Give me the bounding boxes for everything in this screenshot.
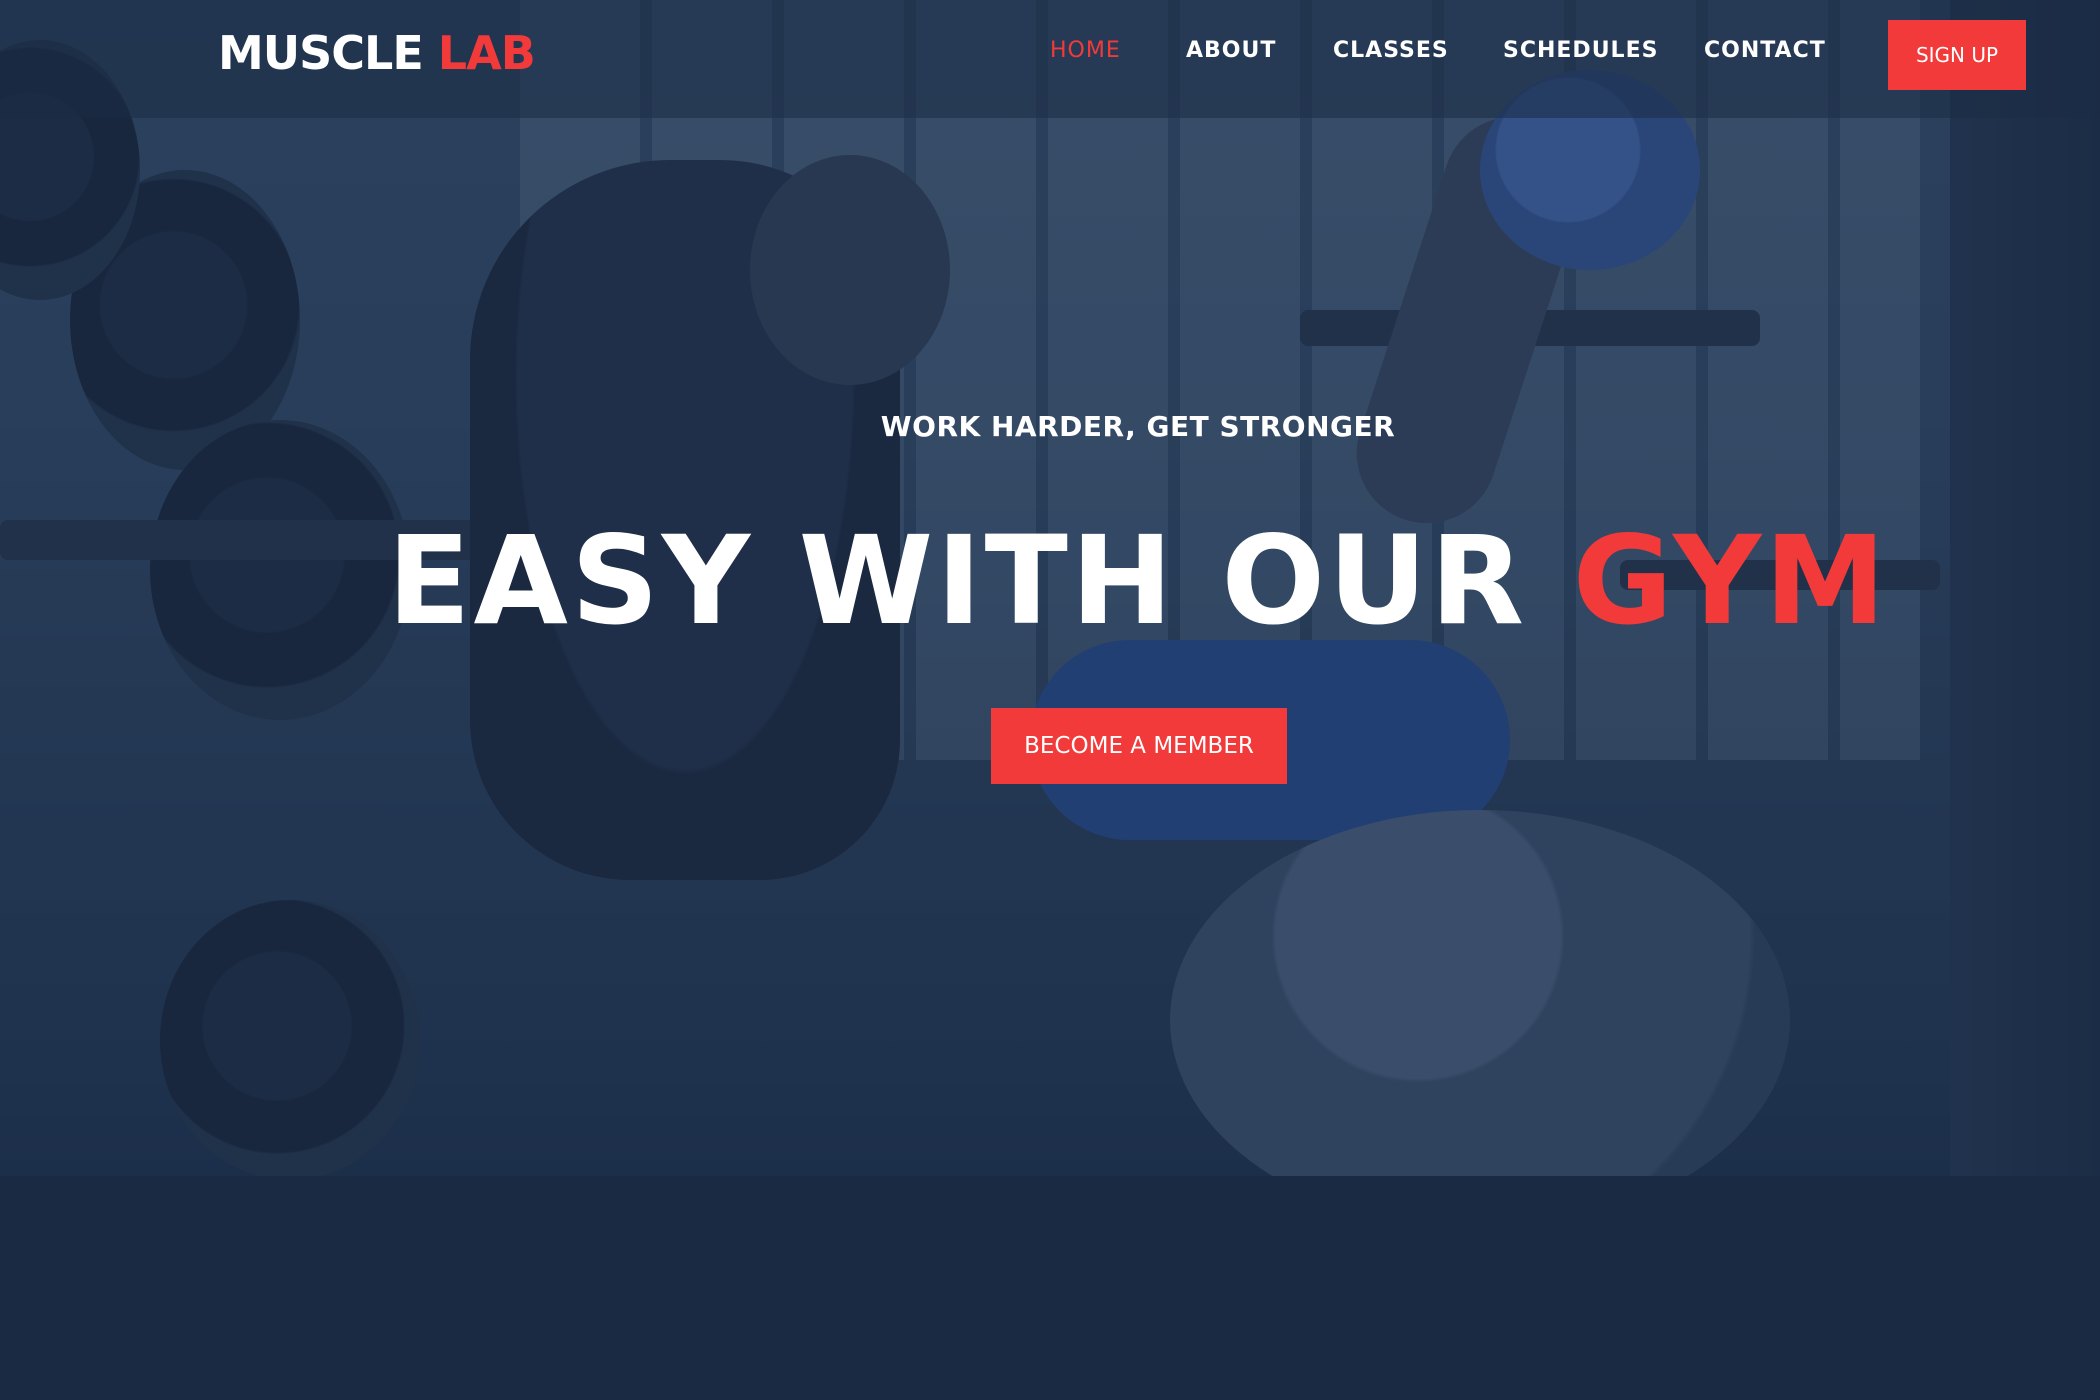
nav-classes[interactable]: CLASSES bbox=[1333, 38, 1449, 63]
signup-button[interactable]: SIGN UP bbox=[1888, 20, 2026, 90]
nav-contact[interactable]: CONTACT bbox=[1704, 38, 1826, 63]
nav-schedules[interactable]: SCHEDULES bbox=[1503, 38, 1658, 63]
nav-about[interactable]: ABOUT bbox=[1186, 38, 1276, 63]
lower-content-section bbox=[0, 1176, 2100, 1400]
become-member-button[interactable]: BECOME A MEMBER bbox=[991, 708, 1287, 784]
headline-accent-text: GYM bbox=[1572, 510, 1889, 652]
brand-logo[interactable]: MUSCLE LAB bbox=[218, 26, 536, 80]
headline-main-text: EASY WITH OUR bbox=[387, 510, 1528, 652]
hero-tagline: WORK HARDER, GET STRONGER bbox=[880, 410, 1396, 443]
hero-headline: EASY WITH OUR GYM bbox=[0, 510, 2100, 652]
nav-home[interactable]: HOME bbox=[1050, 38, 1121, 63]
logo-primary-text: MUSCLE bbox=[218, 26, 424, 80]
top-navbar: MUSCLE LAB HOME ABOUT CLASSES SCHEDULES … bbox=[0, 0, 2100, 118]
logo-accent-text: LAB bbox=[437, 26, 536, 80]
